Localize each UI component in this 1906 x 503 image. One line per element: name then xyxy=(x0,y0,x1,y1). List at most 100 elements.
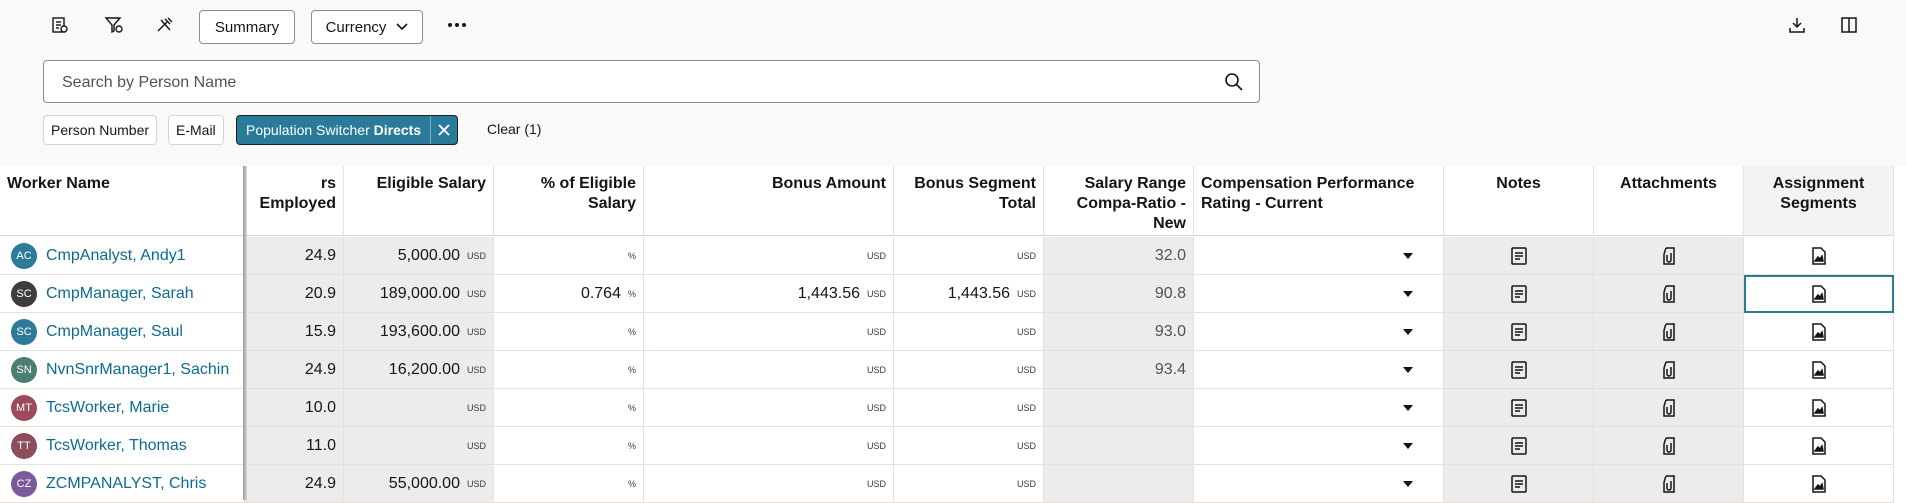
segment-doc-icon[interactable] xyxy=(1811,474,1827,494)
worker-cell[interactable]: CZ ZCMPANALYST, Chris xyxy=(0,465,245,503)
search-field[interactable] xyxy=(43,60,1260,104)
col-eligible-salary[interactable]: Eligible Salary xyxy=(344,166,494,236)
attachment-icon[interactable] xyxy=(1660,398,1678,418)
segment-doc-icon[interactable] xyxy=(1811,246,1827,266)
pct-eligible-cell[interactable]: % xyxy=(494,389,644,427)
attachment-icon[interactable] xyxy=(1660,246,1678,266)
perf-rating-dropdown[interactable] xyxy=(1194,275,1444,313)
col-assignment-segments[interactable]: Assignment Segments xyxy=(1744,166,1894,236)
attachments-cell[interactable] xyxy=(1594,465,1744,503)
bonus-amount-cell[interactable]: USD xyxy=(644,465,894,503)
perf-rating-dropdown[interactable] xyxy=(1194,237,1444,275)
worker-name-link[interactable]: CmpManager, Saul xyxy=(46,323,183,341)
tools-icon[interactable] xyxy=(152,12,178,38)
attachments-cell[interactable] xyxy=(1594,313,1744,351)
perf-rating-dropdown[interactable] xyxy=(1194,351,1444,389)
search-input[interactable] xyxy=(60,61,1204,104)
table-row[interactable]: SC CmpManager, Saul 15.9 193,600.00 USD %… xyxy=(0,313,1895,351)
worker-name-link[interactable]: CmpManager, Sarah xyxy=(46,285,194,303)
bonus-amount-cell[interactable]: USD xyxy=(644,313,894,351)
col-compa-ratio[interactable]: Salary Range Compa-Ratio - New xyxy=(1044,166,1194,236)
assignment-segments-cell[interactable] xyxy=(1744,237,1894,275)
worker-name-link[interactable]: TcsWorker, Thomas xyxy=(46,437,187,455)
pct-eligible-cell[interactable]: 0.764% xyxy=(494,275,644,313)
col-worker-name[interactable]: Worker Name xyxy=(0,166,245,236)
col-perf-rating[interactable]: Compensation Performance Rating - Curren… xyxy=(1194,166,1444,236)
pct-eligible-cell[interactable]: % xyxy=(494,237,644,275)
download-icon[interactable] xyxy=(1784,12,1810,38)
segment-doc-icon[interactable] xyxy=(1811,322,1827,342)
worker-name-link[interactable]: ZCMPANALYST, Chris xyxy=(46,475,206,493)
notes-cell[interactable] xyxy=(1444,237,1594,275)
col-pct-eligible[interactable]: % of Eligible Salary xyxy=(494,166,644,236)
note-icon[interactable] xyxy=(1510,246,1528,266)
pct-eligible-cell[interactable]: % xyxy=(494,351,644,389)
notes-cell[interactable] xyxy=(1444,465,1594,503)
currency-dropdown[interactable]: Currency xyxy=(311,10,423,44)
split-view-icon[interactable] xyxy=(1836,12,1862,38)
worker-cell[interactable]: SC CmpManager, Sarah xyxy=(0,275,245,313)
worker-name-link[interactable]: TcsWorker, Marie xyxy=(46,399,169,417)
notes-cell[interactable] xyxy=(1444,313,1594,351)
bonus-amount-cell[interactable]: USD xyxy=(644,427,894,465)
notes-cell[interactable] xyxy=(1444,351,1594,389)
more-icon[interactable] xyxy=(444,12,470,38)
attachment-icon[interactable] xyxy=(1660,322,1678,342)
segment-doc-icon[interactable] xyxy=(1811,360,1827,380)
worker-name-link[interactable]: CmpAnalyst, Andy1 xyxy=(46,247,186,265)
perf-rating-dropdown[interactable] xyxy=(1194,313,1444,351)
assignment-segments-cell[interactable] xyxy=(1744,389,1894,427)
attachments-cell[interactable] xyxy=(1594,351,1744,389)
worker-name-link[interactable]: NvnSnrManager1, Sachin xyxy=(46,361,229,379)
worker-cell[interactable]: TT TcsWorker, Thomas xyxy=(0,427,245,465)
attachment-icon[interactable] xyxy=(1660,474,1678,494)
perf-rating-dropdown[interactable] xyxy=(1194,427,1444,465)
assignment-segments-cell[interactable] xyxy=(1744,351,1894,389)
remove-filter-icon[interactable] xyxy=(430,116,457,144)
search-icon[interactable] xyxy=(1223,71,1245,93)
worker-cell[interactable]: SN NvnSnrManager1, Sachin xyxy=(0,351,245,389)
note-icon[interactable] xyxy=(1510,436,1528,456)
assignment-segments-cell[interactable] xyxy=(1744,427,1894,465)
assignment-segments-cell[interactable] xyxy=(1744,465,1894,503)
attachment-icon[interactable] xyxy=(1660,284,1678,304)
note-icon[interactable] xyxy=(1510,360,1528,380)
attachment-icon[interactable] xyxy=(1660,436,1678,456)
table-row[interactable]: SC CmpManager, Sarah 20.9 189,000.00 USD … xyxy=(0,275,1895,313)
report-icon[interactable] xyxy=(47,12,73,38)
col-bonus-segment[interactable]: Bonus Segment Total xyxy=(894,166,1044,236)
worker-cell[interactable]: MT TcsWorker, Marie xyxy=(0,389,245,427)
attachments-cell[interactable] xyxy=(1594,389,1744,427)
filter-chip-email[interactable]: E-Mail xyxy=(168,115,224,145)
notes-cell[interactable] xyxy=(1444,427,1594,465)
clear-filters-button[interactable]: Clear (1) xyxy=(487,121,541,137)
attachments-cell[interactable] xyxy=(1594,427,1744,465)
segment-doc-icon[interactable] xyxy=(1811,436,1827,456)
table-row[interactable]: CZ ZCMPANALYST, Chris 24.9 55,000.00 USD … xyxy=(0,465,1895,503)
table-row[interactable]: MT TcsWorker, Marie 10.0 USD % USD USD xyxy=(0,389,1895,427)
filter-chip-population-switcher[interactable]: Population Switcher Directs xyxy=(236,115,459,145)
summary-button[interactable]: Summary xyxy=(199,10,295,44)
attachments-cell[interactable] xyxy=(1594,275,1744,313)
bonus-amount-cell[interactable]: 1,443.56 USD xyxy=(644,275,894,313)
filter-icon[interactable] xyxy=(101,12,127,38)
attachments-cell[interactable] xyxy=(1594,237,1744,275)
note-icon[interactable] xyxy=(1510,398,1528,418)
bonus-amount-cell[interactable]: USD xyxy=(644,389,894,427)
notes-cell[interactable] xyxy=(1444,389,1594,427)
pct-eligible-cell[interactable]: % xyxy=(494,313,644,351)
segment-doc-icon[interactable] xyxy=(1811,284,1827,304)
worker-cell[interactable]: SC CmpManager, Saul xyxy=(0,313,245,351)
assignment-segments-cell[interactable] xyxy=(1744,275,1894,313)
table-row[interactable]: SN NvnSnrManager1, Sachin 24.9 16,200.00… xyxy=(0,351,1895,389)
perf-rating-dropdown[interactable] xyxy=(1194,465,1444,503)
segment-doc-icon[interactable] xyxy=(1811,398,1827,418)
col-attachments[interactable]: Attachments xyxy=(1594,166,1744,236)
col-bonus-amount[interactable]: Bonus Amount xyxy=(644,166,894,236)
pct-eligible-cell[interactable]: % xyxy=(494,427,644,465)
attachment-icon[interactable] xyxy=(1660,360,1678,380)
filter-chip-person-number[interactable]: Person Number xyxy=(43,115,158,145)
col-notes[interactable]: Notes xyxy=(1444,166,1594,236)
note-icon[interactable] xyxy=(1510,284,1528,304)
perf-rating-dropdown[interactable] xyxy=(1194,389,1444,427)
